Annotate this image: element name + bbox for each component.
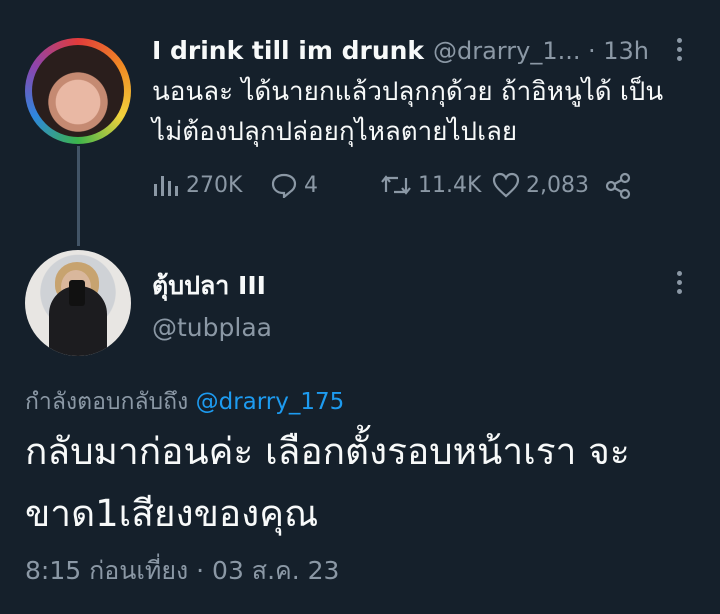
retweet-button[interactable]: 11.4K [380,172,481,198]
views-count: 270K [186,172,243,198]
like-icon [492,172,520,198]
replying-prefix: กำลังตอบกลับถึง [25,389,189,415]
retweet-count: 11.4K [418,172,482,198]
like-button[interactable]: 2,083 [492,172,589,198]
reply-avatar[interactable] [25,250,131,356]
tweet-actions: 270K 4 11.4K 2,083 [152,172,672,202]
avatar-phone [69,280,85,306]
reply-handle[interactable]: @tubplaa [152,313,272,342]
author-handle[interactable]: @drarry_1... [433,37,580,65]
replying-mention-link[interactable]: @drarry_175 [196,389,345,415]
reply-text: กลับมาก่อนค่ะ เลือกตั้งรอบหน้าเรา จะขาด1… [25,430,630,535]
reply-more-icon[interactable] [677,271,683,298]
like-count: 2,083 [526,172,589,198]
replying-to-line: กำลังตอบกลับถึง @drarry_175 [25,384,344,420]
tweet-text: นอนละ ได้นายกแล้วปลุกกุด้วย ถ้าอิหนูได้ … [152,77,664,147]
tweet-time[interactable]: · 13h [588,37,649,65]
reply-icon [271,173,297,198]
reply-button[interactable]: 4 [270,172,318,198]
reply-display-name[interactable]: ตุ้บปลา III [152,266,266,306]
avatar [32,45,124,137]
share-icon [605,172,631,200]
views-button[interactable]: 270K [152,172,242,198]
thread-connector [77,146,80,246]
retweet-icon [381,175,411,195]
author-display-name[interactable]: I drink till im drunk [152,36,424,65]
share-button[interactable] [604,172,638,200]
avatar-pride-ring[interactable] [25,38,131,144]
views-icon [154,176,178,196]
reply-timestamp[interactable]: 8:15 ก่อนเที่ยง · 03 ส.ค. 23 [25,551,339,591]
more-icon[interactable] [677,38,683,65]
reply-count: 4 [304,172,318,198]
